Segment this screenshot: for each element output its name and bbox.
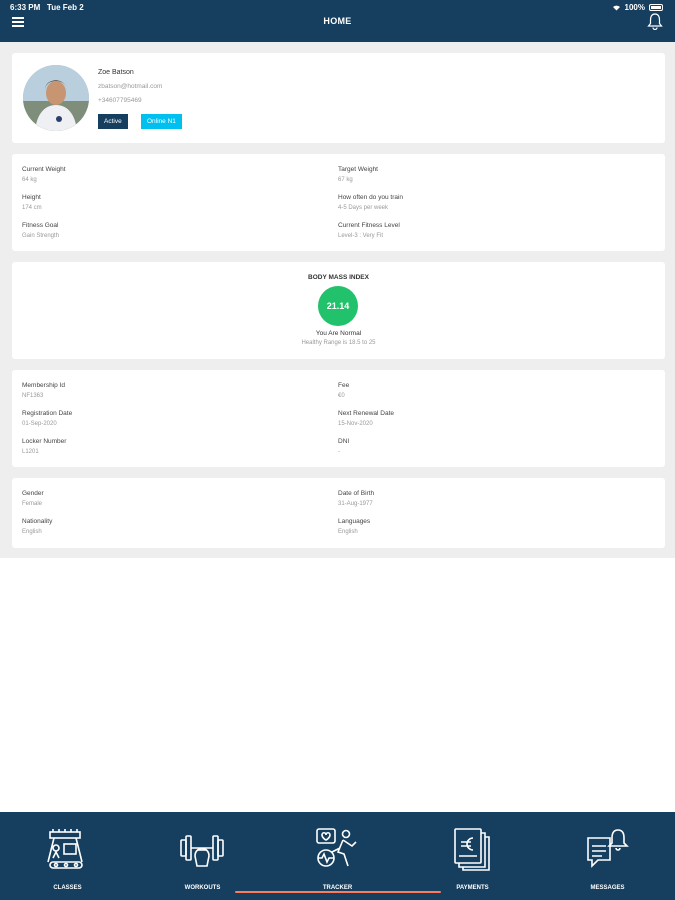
profile-phone: +34607795469 bbox=[98, 97, 142, 104]
date-of-birth-label: Date of Birth bbox=[338, 490, 375, 497]
tab-messages[interactable]: MESSAGES bbox=[540, 812, 675, 900]
training-frequency-value: 4-5 Days per week bbox=[338, 205, 389, 211]
personal-info-card: Gender Female Date of Birth 31-Aug-1977 … bbox=[12, 478, 665, 548]
gender-label: Gender bbox=[22, 490, 44, 497]
dumbbell-icon bbox=[180, 835, 224, 867]
languages-field: Languages English bbox=[338, 518, 370, 535]
target-weight-field: Target Weight 67 kg bbox=[338, 166, 378, 183]
membership-id-field: Membership Id NF1363 bbox=[22, 382, 65, 399]
height-field: Height 174 cm bbox=[22, 194, 42, 211]
tracker-icon bbox=[316, 828, 357, 867]
page-title: HOME bbox=[323, 16, 352, 26]
bmi-value: 21.14 bbox=[318, 286, 358, 326]
nationality-field: Nationality English bbox=[22, 518, 52, 535]
avatar-photo bbox=[23, 65, 89, 131]
gender-field: Gender Female bbox=[22, 490, 44, 507]
locker-number-field: Locker Number L1201 bbox=[22, 438, 66, 455]
target-weight-value: 67 kg bbox=[338, 177, 353, 183]
registration-date-value: 01-Sep-2020 bbox=[22, 421, 57, 427]
nationality-value: English bbox=[22, 529, 42, 535]
battery-icon bbox=[649, 4, 663, 11]
locker-number-value: L1201 bbox=[22, 449, 39, 455]
profile-name: Zoe Batson bbox=[98, 69, 134, 76]
top-bar: 6:33 PM Tue Feb 2 100% HOME bbox=[0, 0, 675, 42]
tab-messages-label: MESSAGES bbox=[590, 885, 625, 891]
current-weight-value: 64 kg bbox=[22, 177, 37, 183]
membership-id-label: Membership Id bbox=[22, 382, 65, 389]
tab-workouts[interactable]: WORKOUTS bbox=[135, 812, 270, 900]
fee-field: Fee €0 bbox=[338, 382, 349, 399]
fitness-level-value: Level-3 : Very Fit bbox=[338, 233, 384, 239]
tab-classes-label: CLASSES bbox=[53, 885, 82, 891]
fee-value: €0 bbox=[338, 393, 345, 399]
height-value: 174 cm bbox=[22, 205, 42, 211]
membership-card: Membership Id NF1363 Fee €0 Registration… bbox=[12, 370, 665, 467]
next-renewal-date-value: 15-Nov-2020 bbox=[338, 421, 373, 427]
battery-percent: 100% bbox=[624, 3, 645, 12]
status-time-text: 6:33 PM bbox=[10, 3, 41, 12]
height-label: Height bbox=[22, 194, 41, 201]
tab-classes[interactable]: CLASSES bbox=[0, 812, 135, 900]
date-of-birth-value: 31-Aug-1977 bbox=[338, 501, 373, 507]
bottom-tab-bar: CLASSES WORKOUTS TRACKER PAYMENTS MESSAG… bbox=[0, 812, 675, 900]
gender-value: Female bbox=[22, 501, 43, 507]
bmi-title: BODY MASS INDEX bbox=[308, 274, 369, 281]
registration-date-field: Registration Date 01-Sep-2020 bbox=[22, 410, 72, 427]
fitness-level-field: Current Fitness Level Level-3 : Very Fit bbox=[338, 222, 400, 239]
next-renewal-date-field: Next Renewal Date 15-Nov-2020 bbox=[338, 410, 394, 427]
fitness-level-label: Current Fitness Level bbox=[338, 222, 400, 229]
next-renewal-date-label: Next Renewal Date bbox=[338, 410, 394, 417]
tab-payments[interactable]: PAYMENTS bbox=[405, 812, 540, 900]
current-weight-field: Current Weight 64 kg bbox=[22, 166, 66, 183]
wifi-icon bbox=[612, 5, 620, 11]
plan-badge: Online N1 bbox=[141, 114, 182, 129]
training-frequency-field: How often do you train 4-5 Days per week bbox=[338, 194, 403, 211]
date-of-birth-field: Date of Birth 31-Aug-1977 bbox=[338, 490, 374, 507]
nationality-label: Nationality bbox=[22, 518, 53, 525]
dni-field: DNI - bbox=[338, 438, 349, 455]
fitness-goal-value: Gain Strength bbox=[22, 233, 60, 239]
euro-document-icon bbox=[454, 828, 490, 871]
dni-value: - bbox=[338, 449, 340, 455]
empty-area bbox=[0, 558, 675, 812]
classes-icon bbox=[47, 829, 83, 869]
bmi-status: You Are Normal bbox=[315, 330, 362, 337]
status-badge: Active bbox=[98, 114, 128, 129]
status-time: 6:33 PM Tue Feb 2 bbox=[10, 3, 84, 12]
membership-id-value: NF1363 bbox=[22, 393, 44, 399]
registration-date-label: Registration Date bbox=[22, 410, 73, 417]
status-indicators: 100% bbox=[612, 3, 663, 12]
avatar[interactable] bbox=[23, 65, 89, 131]
languages-label: Languages bbox=[338, 518, 371, 525]
languages-value: English bbox=[338, 529, 358, 535]
main-content: Zoe Batson zbatson@hotmail.com +34607795… bbox=[0, 42, 675, 558]
profile-card[interactable]: Zoe Batson zbatson@hotmail.com +34607795… bbox=[12, 53, 665, 143]
target-weight-label: Target Weight bbox=[338, 166, 378, 173]
bmi-card: BODY MASS INDEX 21.14 You Are Normal Hea… bbox=[12, 262, 665, 359]
message-bell-icon bbox=[587, 829, 629, 868]
bmi-range: Healthy Range is 18.5 to 25 bbox=[301, 340, 376, 346]
fee-label: Fee bbox=[338, 382, 350, 389]
dni-label: DNI bbox=[338, 438, 350, 445]
fitness-goal-field: Fitness Goal Gain Strength bbox=[22, 222, 59, 239]
bell-icon[interactable] bbox=[647, 12, 663, 30]
profile-email: zbatson@hotmail.com bbox=[98, 83, 163, 90]
home-indicator[interactable] bbox=[235, 891, 441, 893]
locker-number-label: Locker Number bbox=[22, 438, 67, 445]
fitness-goal-label: Fitness Goal bbox=[22, 222, 59, 229]
current-weight-label: Current Weight bbox=[22, 166, 66, 173]
tab-tracker[interactable]: TRACKER bbox=[270, 812, 405, 900]
status-date-text: Tue Feb 2 bbox=[46, 3, 84, 12]
fitness-stats-card: Current Weight 64 kg Target Weight 67 kg… bbox=[12, 154, 665, 251]
training-frequency-label: How often do you train bbox=[338, 194, 404, 201]
